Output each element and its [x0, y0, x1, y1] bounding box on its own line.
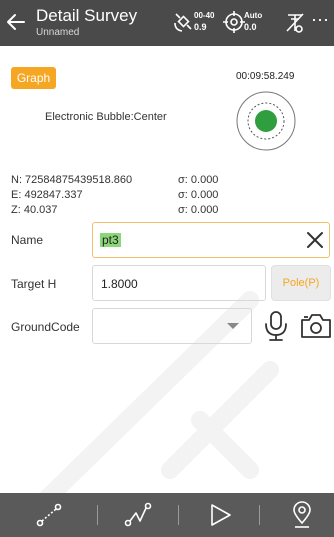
app-header: Detail Survey Unnamed 00-40 0.9 Auto 0.0	[0, 0, 334, 46]
microphone-icon[interactable]	[261, 310, 291, 342]
easting-value: E: 492847.337	[11, 189, 83, 201]
electronic-bubble	[236, 91, 296, 151]
name-value: pt3	[100, 233, 121, 247]
play-icon[interactable]	[206, 501, 236, 529]
camera-icon[interactable]	[300, 312, 332, 340]
page-subtitle: Unnamed	[36, 27, 80, 38]
dropdown-arrow-icon[interactable]	[227, 323, 239, 329]
sigma-n-value: σ: 0.000	[178, 174, 219, 186]
location-pin-icon[interactable]	[287, 501, 317, 529]
satellite-icon	[174, 13, 192, 32]
position-status[interactable]: Auto 0.0	[222, 8, 268, 38]
satellite-pdop: 0.9	[194, 22, 207, 32]
line-segment-icon[interactable]	[34, 501, 64, 529]
bottom-toolbar	[0, 493, 334, 537]
polyline-icon[interactable]	[123, 501, 153, 529]
elevation-value: Z: 40.037	[11, 204, 58, 216]
antenna-off-icon[interactable]	[284, 11, 306, 35]
timer: 00:09:58.249	[236, 71, 295, 82]
graph-button[interactable]: Graph	[11, 67, 56, 89]
target-h-label: Target H	[11, 277, 57, 291]
ground-code-select[interactable]	[92, 308, 252, 344]
page-title: Detail Survey	[36, 6, 138, 25]
back-arrow-icon[interactable]	[4, 8, 30, 36]
pole-button[interactable]: Pole(P)	[271, 265, 331, 301]
target-h-input[interactable]: 1.8000	[92, 265, 266, 301]
separator	[97, 505, 98, 525]
bubble-status-label: Electronic Bubble:Center	[45, 111, 167, 123]
more-menu-icon[interactable]: ⋯	[311, 10, 329, 31]
satellite-status[interactable]: 00-40 0.9	[172, 8, 218, 38]
gps-target-icon	[223, 11, 245, 33]
position-mode: Auto	[244, 11, 263, 20]
separator	[259, 505, 260, 525]
northing-value: N: 72584875439518.860	[11, 174, 133, 186]
sigma-z-value: σ: 0.000	[178, 204, 219, 216]
ground-code-label: GroundCode	[11, 320, 80, 334]
name-input[interactable]: pt3	[92, 222, 330, 258]
position-age: 0.0	[244, 22, 257, 32]
name-label: Name	[11, 233, 44, 247]
satellite-count: 00-40	[194, 11, 215, 20]
target-h-value: 1.8000	[101, 277, 138, 291]
clear-icon[interactable]	[303, 228, 327, 252]
sigma-e-value: σ: 0.000	[178, 189, 219, 201]
separator	[178, 505, 179, 525]
